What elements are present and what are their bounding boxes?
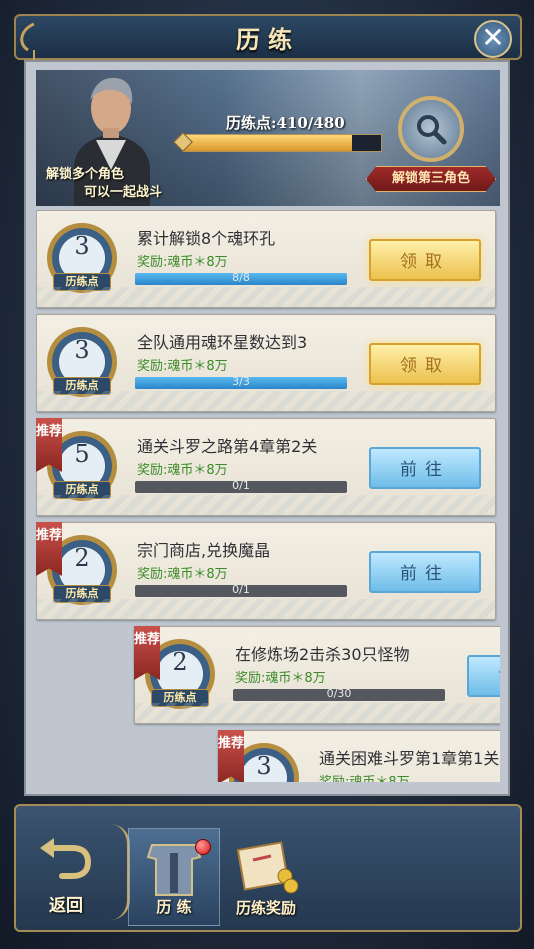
badge-label: 历练点 bbox=[53, 585, 111, 603]
unlock-role-button[interactable] bbox=[398, 96, 464, 162]
tab-training-rewards-label: 历练奖励 bbox=[235, 899, 296, 917]
recommend-tag: 推荐 bbox=[36, 522, 62, 576]
notification-dot bbox=[195, 839, 211, 855]
back-label: 返回 bbox=[49, 896, 83, 916]
task-card: 推荐 5 历练点 通关斗罗之路第4章第2关 奖励:魂币＊8万 0/1 前往 bbox=[36, 418, 496, 516]
task-progress-bar: 8/8 bbox=[135, 271, 347, 285]
task-title: 全队通用魂环星数达到3 bbox=[137, 333, 308, 352]
task-title: 累计解锁8个魂环孔 bbox=[137, 229, 276, 248]
task-progress-bar: 0/30 bbox=[233, 687, 445, 701]
training-points-bar-fill bbox=[183, 135, 353, 151]
tab-training-label: 历 练 bbox=[156, 898, 192, 916]
claim-button[interactable]: 领取 bbox=[369, 239, 481, 281]
magnifier-icon bbox=[417, 115, 447, 145]
points-badge: 3 历练点 bbox=[47, 223, 117, 293]
task-card: 3 历练点 累计解锁8个魂环孔奖励:魂币＊8万 8/8 领取 bbox=[36, 210, 496, 308]
task-title: 在修炼场2击杀30只怪物 bbox=[235, 645, 410, 664]
scroll-reward-icon bbox=[236, 841, 299, 894]
task-card: 3 历练点 全队通用魂环星数达到3 奖励:魂币＊8万 3/3 领取 bbox=[36, 314, 496, 412]
bottom-nav: 返回 历 练 历练奖励 bbox=[14, 804, 522, 932]
task-title: 宗门商店,兑换魔晶 bbox=[137, 541, 271, 560]
badge-label: 历练点 bbox=[151, 689, 209, 707]
title-bar: 历练 ✕ bbox=[14, 14, 522, 60]
nav-divider bbox=[110, 824, 130, 920]
task-progress-bar: 3/3 bbox=[135, 375, 347, 389]
main-panel: 解锁多个角色 可以一起战斗 历练点:410/480 解锁第三角色 3 历练点 累… bbox=[24, 60, 510, 796]
task-title: 通关困难斗罗第1章第1关 bbox=[319, 749, 500, 768]
task-progress-text: 8/8 bbox=[232, 271, 250, 284]
badge-points: 3 bbox=[74, 336, 90, 364]
banner-caption: 解锁多个角色 可以一起战斗 bbox=[46, 166, 162, 202]
claim-button[interactable]: 领取 bbox=[369, 343, 481, 385]
points-badge: 3 历练点 bbox=[47, 327, 117, 397]
task-reward: 奖励:魂币＊8万 bbox=[137, 463, 228, 478]
task-card: 推荐 2 历练点 宗门商店,兑换魔晶 奖励:魂币＊8万 0/1 前往 bbox=[36, 522, 496, 620]
tab-training-rewards[interactable]: 历练奖励 bbox=[220, 828, 312, 926]
task-reward: 奖励:魂币＊8万 bbox=[137, 359, 228, 374]
task-list[interactable]: 3 历练点 累计解锁8个魂环孔奖励:魂币＊8万 8/8 领取 3 历练点 全队通… bbox=[36, 210, 500, 782]
unlock-ribbon: 解锁第三角色 bbox=[366, 166, 496, 192]
recommend-tag: 推荐 bbox=[134, 626, 160, 680]
recommend-tag: 推荐 bbox=[36, 418, 62, 472]
go-button[interactable]: 前往 bbox=[369, 551, 481, 593]
task-progress-bar: 0/1 bbox=[135, 479, 347, 493]
task-progress-text: 3/3 bbox=[232, 375, 250, 388]
training-points-bar bbox=[182, 134, 382, 152]
task-progress-bar: 0/1 bbox=[135, 583, 347, 597]
task-progress-text: 0/1 bbox=[232, 479, 250, 492]
badge-label: 历练点 bbox=[53, 377, 111, 395]
return-arrow-icon bbox=[40, 838, 92, 879]
training-points-label: 历练点:410/480 bbox=[226, 114, 345, 132]
badge-label: 历练点 bbox=[53, 481, 111, 499]
task-reward: 奖励:魂币＊8万 bbox=[137, 567, 228, 582]
badge-label: 历练点 bbox=[53, 273, 111, 291]
recommend-tag: 推荐 bbox=[218, 730, 244, 782]
window-title: 历练 bbox=[236, 24, 300, 54]
task-progress-text: 0/30 bbox=[326, 687, 352, 700]
banner-caption-line1: 解锁多个角色 bbox=[46, 167, 125, 182]
badge-points: 3 bbox=[74, 232, 90, 260]
task-reward: 奖励:魂币＊8万 bbox=[137, 255, 228, 270]
close-button[interactable]: ✕ bbox=[474, 20, 512, 58]
go-button[interactable]: 前往 bbox=[467, 655, 500, 697]
go-button[interactable]: 前往 bbox=[369, 447, 481, 489]
task-title: 通关斗罗之路第4章第2关 bbox=[137, 437, 318, 456]
task-reward: 奖励:魂币＊8万 bbox=[235, 671, 326, 686]
task-reward: 奖励:魂币＊8万 bbox=[319, 771, 410, 782]
back-button[interactable]: 返回 bbox=[26, 834, 106, 922]
task-card: 推荐 3 历练点 通关困难斗罗第1章第1关奖励:魂币＊8万 bbox=[218, 730, 500, 782]
banner-caption-line2: 可以一起战斗 bbox=[84, 185, 163, 200]
banner: 解锁多个角色 可以一起战斗 历练点:410/480 解锁第三角色 bbox=[36, 70, 500, 206]
tab-training[interactable]: 历 练 bbox=[128, 828, 220, 926]
task-progress-text: 0/1 bbox=[232, 583, 250, 596]
task-card: 推荐 2 历练点 在修炼场2击杀30只怪物奖励:魂币＊8万 0/30 前往 bbox=[134, 626, 500, 724]
